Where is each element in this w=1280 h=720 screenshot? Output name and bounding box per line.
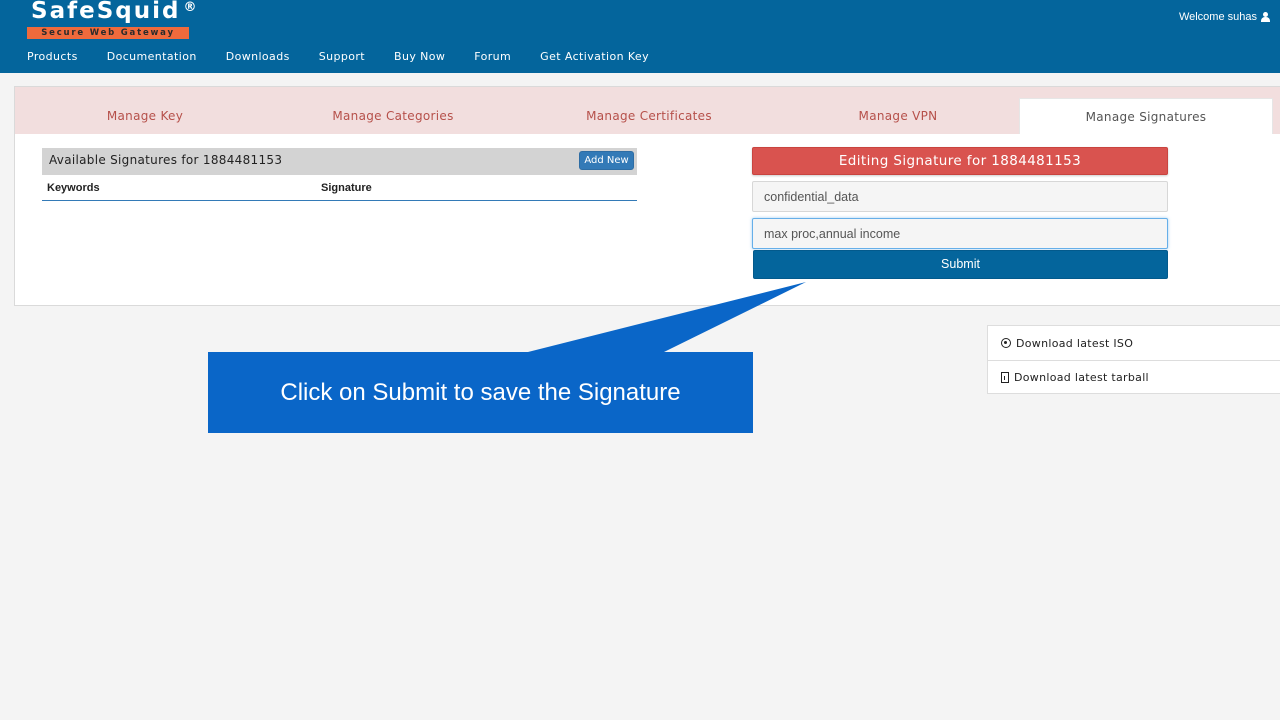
download-tarball-link[interactable]: Download latest tarball — [988, 360, 1280, 394]
downloads-list: Download latest ISO Download latest tarb… — [987, 325, 1280, 394]
signature-name-input[interactable] — [752, 181, 1168, 212]
disc-icon — [1001, 338, 1011, 348]
download-tarball-label: Download latest tarball — [1014, 371, 1149, 384]
add-new-button[interactable]: Add New — [579, 151, 634, 170]
download-iso-link[interactable]: Download latest ISO — [988, 326, 1280, 360]
nav-forum[interactable]: Forum — [474, 50, 511, 63]
signature-keywords-input[interactable] — [752, 218, 1168, 249]
tab-bar: Manage Key Manage Categories Manage Cert… — [15, 87, 1280, 134]
available-signatures-header: Available Signatures for 1884481153 Add … — [42, 148, 637, 175]
tab-manage-vpn[interactable]: Manage VPN — [774, 98, 1022, 134]
main-nav: Products Documentation Downloads Support… — [27, 50, 649, 63]
tab-manage-categories[interactable]: Manage Categories — [269, 98, 517, 134]
nav-get-activation-key[interactable]: Get Activation Key — [540, 50, 649, 63]
safesquid-logo[interactable]: SafeSquid ® Secure Web Gateway — [27, 0, 196, 40]
submit-button[interactable]: Submit — [753, 250, 1168, 279]
logo-tagline: Secure Web Gateway — [27, 27, 189, 39]
tab-manage-certificates[interactable]: Manage Certificates — [525, 98, 773, 134]
column-header-keywords: Keywords — [47, 182, 100, 194]
tab-manage-signatures[interactable]: Manage Signatures — [1019, 98, 1273, 134]
column-header-signature: Signature — [321, 182, 372, 194]
table-divider — [42, 200, 637, 201]
download-iso-label: Download latest ISO — [1016, 336, 1134, 350]
welcome-text: Welcome suhas — [1178, 11, 1257, 23]
nav-documentation[interactable]: Documentation — [107, 50, 197, 63]
nav-downloads[interactable]: Downloads — [226, 50, 290, 63]
logo-text: SafeSquid ® — [31, 0, 199, 24]
tab-manage-key[interactable]: Manage Key — [21, 98, 269, 134]
nav-support[interactable]: Support — [319, 50, 365, 63]
signatures-panel: Manage Key Manage Categories Manage Cert… — [14, 86, 1280, 306]
nav-products[interactable]: Products — [27, 50, 78, 63]
welcome-user[interactable]: Welcome suhas — [1179, 11, 1270, 23]
available-signatures-title: Available Signatures for 1884481153 — [49, 153, 283, 167]
top-header: SafeSquid ® Secure Web Gateway Welcome su… — [0, 0, 1280, 73]
callout-text: Click on Submit to save the Signature — [280, 379, 681, 406]
file-icon — [1001, 372, 1009, 383]
user-icon — [1261, 12, 1270, 22]
editing-signature-title: Editing Signature for 1884481153 — [752, 147, 1168, 175]
nav-buy-now[interactable]: Buy Now — [394, 50, 445, 63]
